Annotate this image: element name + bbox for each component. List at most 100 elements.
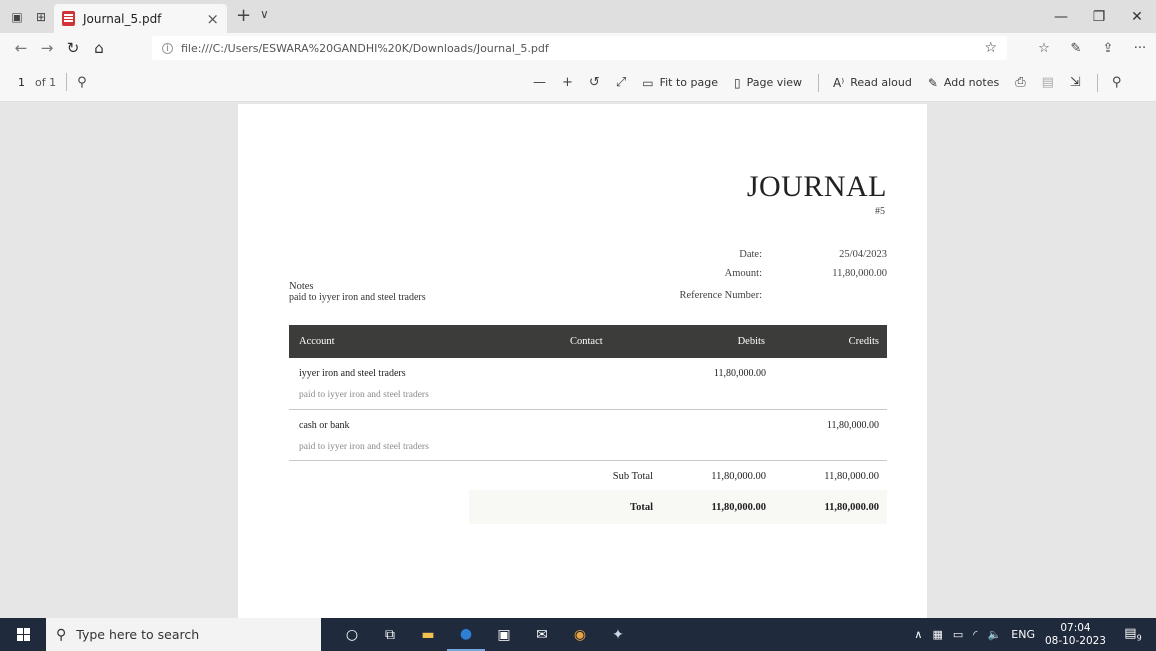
cortana-icon[interactable]: ○ (333, 618, 371, 651)
paint-icon[interactable]: ✦ (599, 618, 637, 651)
close-tab-icon[interactable]: × (206, 10, 219, 28)
home-button[interactable]: ⌂ (86, 39, 112, 57)
window-controls: — ❐ ✕ (1042, 0, 1156, 33)
total-label: Total (630, 502, 653, 513)
more-menu-icon[interactable]: ··· (1124, 41, 1156, 56)
store-icon[interactable]: ▣ (485, 618, 523, 651)
favorite-star-icon[interactable]: ☆ (984, 40, 997, 56)
save-as-icon[interactable]: ⇲ (1070, 75, 1081, 90)
fit-icon: ▭ (642, 75, 654, 90)
table-header: Account Contact Debits Credits (289, 325, 887, 358)
wifi-icon[interactable]: ◜ (973, 628, 977, 641)
taskbar: ⚲ Type here to search ○ ⧉ ▬ ● ▣ ✉ ◉ ✦ ∧ … (0, 618, 1156, 651)
windows-logo-icon (16, 628, 30, 641)
start-button[interactable] (0, 618, 46, 651)
address-bar-row: ← → ↻ ⌂ i file:///C:/Users/ESWARA%20GAND… (0, 33, 1156, 63)
header-credits: Credits (848, 336, 879, 347)
row-2-account: cash or bank (299, 420, 350, 431)
print-icon[interactable]: ⎙ (1015, 75, 1025, 90)
date-value: 25/04/2023 (839, 249, 887, 260)
tab-list-chevron-icon[interactable]: ∨ (260, 7, 269, 21)
journal-number: #5 (875, 206, 885, 217)
header-account: Account (299, 336, 335, 347)
pdf-tools: — + ↺ ⤢ ▭ Fit to page ▯ Page view A⁾ Read a… (533, 63, 1137, 102)
close-window-button[interactable]: ✕ (1118, 0, 1156, 33)
pen-icon: ✎ (927, 75, 938, 90)
minimize-button[interactable]: — (1042, 0, 1080, 33)
row-divider (289, 409, 887, 410)
file-explorer-icon[interactable]: ▬ (409, 618, 447, 651)
onedrive-icon[interactable]: ▦ (932, 628, 942, 641)
pdf-file-icon (62, 11, 75, 26)
favorites-icon[interactable]: ☆ (1028, 41, 1060, 56)
zoom-out-icon[interactable]: — (533, 75, 546, 90)
system-tray: ∧ ▦ ▭ ◜ 🔈 ENG 07:04 08-10-2023 ▤9 (914, 618, 1156, 651)
row-1-debit: 11,80,000.00 (713, 368, 766, 379)
tab-actions-icon[interactable]: ▣ (6, 6, 28, 28)
search-icon[interactable]: ⚲ (77, 75, 87, 90)
collections-icon[interactable]: ⊞ (30, 6, 52, 28)
pdf-toolbar: 1 of 1 ⚲ — + ↺ ⤢ ▭ Fit to page ▯ Page view… (0, 63, 1156, 102)
save-icon[interactable]: ▤ (1042, 75, 1054, 90)
header-debits: Debits (737, 336, 765, 347)
pdf-page: JOURNAL #5 Date: 25/04/2023 Amount: 11,8… (238, 104, 927, 618)
info-icon[interactable]: i (162, 42, 173, 54)
pen-icon[interactable]: ✎ (1060, 41, 1092, 56)
header-contact: Contact (570, 336, 603, 347)
restore-button[interactable]: ❐ (1080, 0, 1118, 33)
new-tab-button[interactable]: + (236, 5, 251, 26)
total-debit: 11,80,000.00 (711, 502, 766, 513)
total-credit: 11,80,000.00 (824, 502, 879, 513)
clock[interactable]: 07:04 08-10-2023 (1045, 622, 1106, 648)
zoom-in-icon[interactable]: + (562, 75, 573, 90)
subtotal-credit: 11,80,000.00 (824, 471, 879, 482)
subtotal-label: Sub Total (612, 471, 653, 482)
fullscreen-icon[interactable]: ⤢ (616, 75, 626, 90)
search-icon: ⚲ (56, 626, 67, 643)
tab-strip: ▣ ⊞ Journal_5.pdf × + ∨ — ❐ ✕ (0, 0, 1156, 33)
url-text[interactable]: file:///C:/Users/ESWARA%20GANDHI%20K/Dow… (181, 42, 984, 55)
divider (1096, 73, 1098, 92)
refresh-button[interactable]: ↻ (60, 39, 86, 57)
document-viewer[interactable]: JOURNAL #5 Date: 25/04/2023 Amount: 11,8… (0, 102, 1156, 618)
clock-time: 07:04 (1060, 621, 1091, 634)
amount-label: Amount: (724, 268, 762, 279)
taskbar-search[interactable]: ⚲ Type here to search (46, 618, 321, 651)
browser-actions: ☆ ✎ ⇪ ··· (1028, 33, 1156, 63)
row-divider (289, 460, 887, 461)
chrome-icon[interactable]: ◉ (561, 618, 599, 651)
page-view-icon: ▯ (733, 75, 741, 90)
date-label: Date: (739, 249, 762, 260)
language-indicator[interactable]: ENG (1011, 628, 1035, 641)
share-icon[interactable]: ⇪ (1092, 41, 1124, 56)
taskbar-apps: ○ ⧉ ▬ ● ▣ ✉ ◉ ✦ (333, 618, 637, 651)
journal-title: JOURNAL (746, 170, 887, 203)
chevron-up-icon[interactable]: ∧ (914, 628, 922, 641)
row-1-account: iyyer iron and steel traders (299, 368, 406, 379)
read-aloud-icon: A⁾ (833, 75, 845, 90)
page-view-label: Page view (746, 76, 803, 89)
tab-journal-pdf[interactable]: Journal_5.pdf × (54, 4, 227, 33)
battery-icon[interactable]: ▭ (953, 628, 963, 641)
back-button[interactable]: ← (8, 39, 34, 57)
rotate-icon[interactable]: ↺ (589, 75, 600, 90)
task-view-icon[interactable]: ⧉ (371, 618, 409, 651)
page-number-input[interactable]: 1 (18, 76, 25, 89)
row-2-description: paid to iyyer iron and steel traders (299, 442, 429, 452)
notification-icon[interactable]: ▤9 (1120, 626, 1146, 643)
reference-label: Reference Number: (679, 290, 763, 301)
page-total: of 1 (35, 75, 57, 89)
row-2-credit: 11,80,000.00 (826, 420, 879, 431)
edge-icon[interactable]: ● (447, 618, 485, 651)
pin-toolbar-icon[interactable]: ⚲ (1112, 75, 1122, 90)
volume-icon[interactable]: 🔈 (988, 628, 1002, 641)
add-notes-button[interactable]: ✎ Add notes (928, 76, 999, 90)
tab-title: Journal_5.pdf (83, 11, 162, 26)
read-aloud-button[interactable]: A⁾ Read aloud (833, 76, 912, 90)
search-placeholder: Type here to search (76, 627, 200, 642)
page-view-button[interactable]: ▯ Page view (734, 76, 802, 90)
mail-icon[interactable]: ✉ (523, 618, 561, 651)
forward-button[interactable]: → (34, 39, 60, 57)
address-bar[interactable]: i file:///C:/Users/ESWARA%20GANDHI%20K/D… (152, 36, 1007, 60)
fit-to-page-button[interactable]: ▭ Fit to page (642, 76, 718, 90)
